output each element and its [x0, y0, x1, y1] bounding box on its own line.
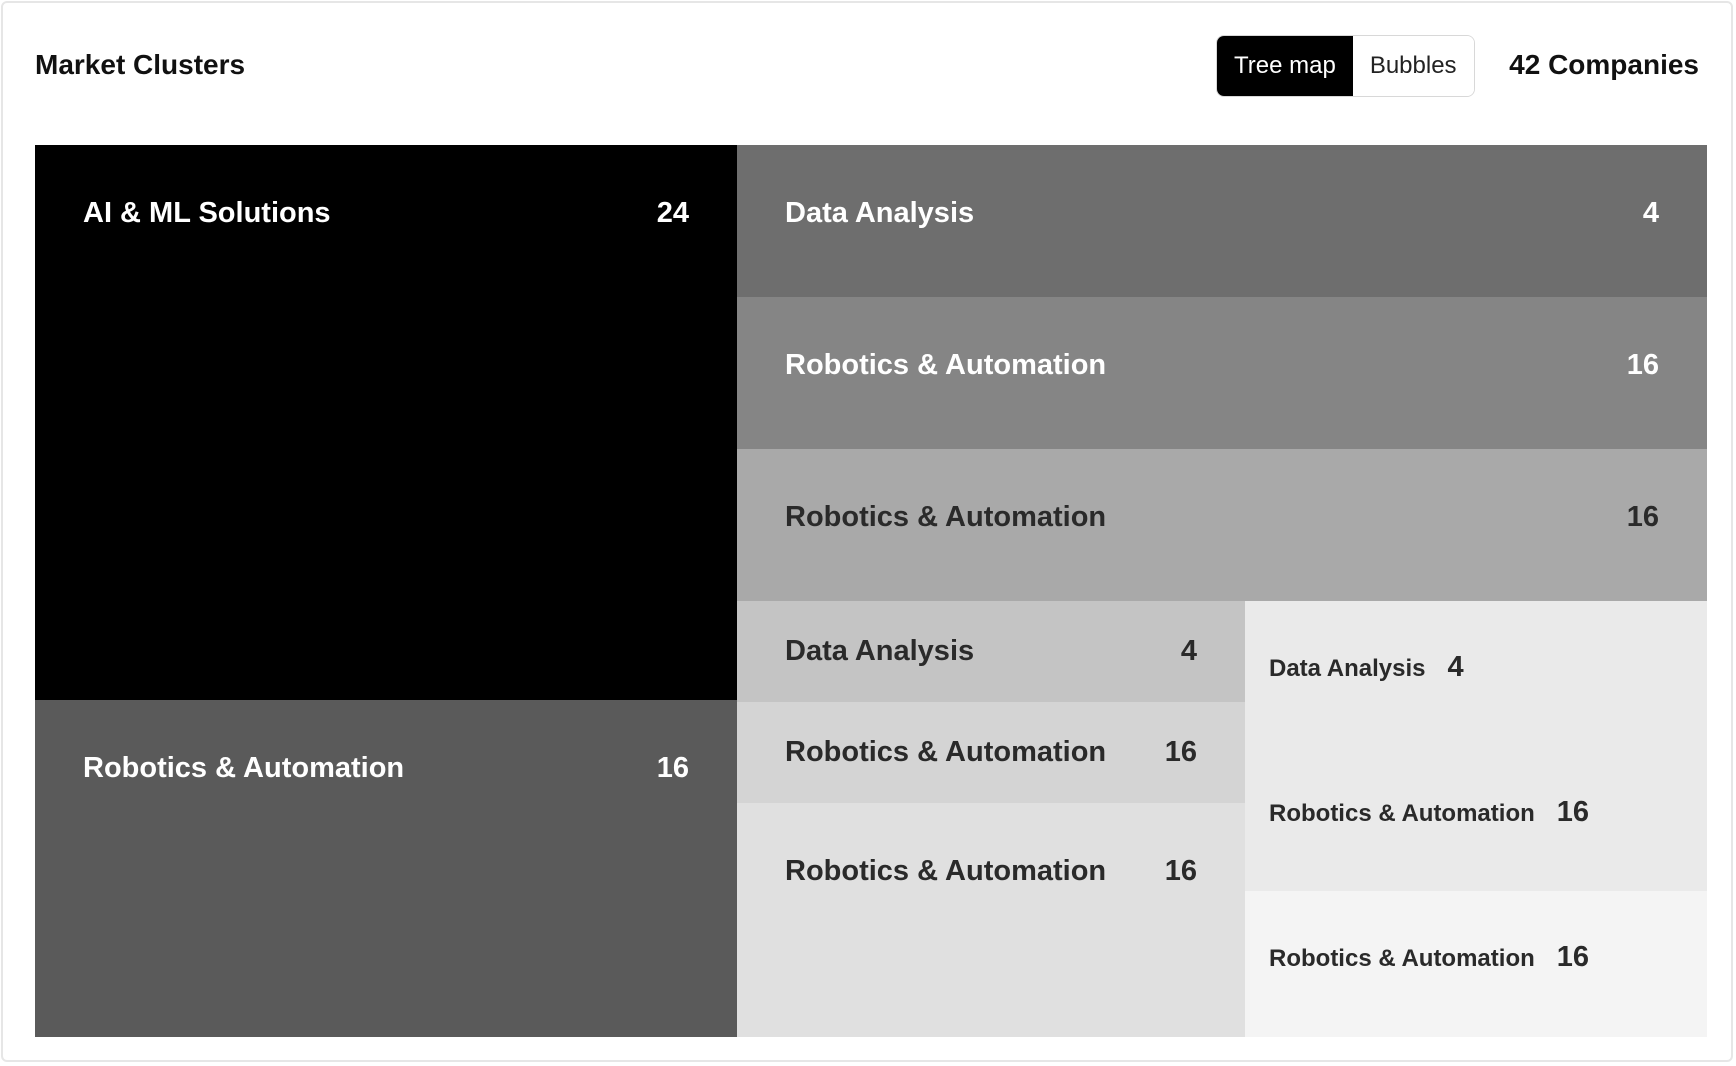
treemap-tile-robotics-automation[interactable]: Robotics & Automation 16: [737, 803, 1245, 1037]
tile-label: Data Analysis: [785, 635, 975, 667]
treemap-tile-ai-ml-solutions[interactable]: AI & ML Solutions 24: [35, 145, 737, 700]
treemap-tile-data-analysis[interactable]: Data Analysis 4: [737, 145, 1707, 297]
treemap-view-button[interactable]: Tree map: [1217, 36, 1353, 96]
tile-content: Robotics & Automation 16: [1269, 796, 1589, 829]
treemap-tile-robotics-automation[interactable]: Robotics & Automation 16: [737, 449, 1707, 601]
tile-content: Data Analysis 4: [1269, 651, 1464, 684]
treemap-tile-data-analysis[interactable]: Data Analysis 4: [1245, 601, 1707, 746]
bubbles-view-button[interactable]: Bubbles: [1352, 36, 1474, 96]
tile-label: Data Analysis: [785, 197, 975, 229]
tile-label: Robotics & Automation: [785, 855, 1107, 887]
tile-label: Robotics & Automation: [785, 736, 1107, 768]
companies-count: 42 Companies: [1509, 49, 1699, 80]
tile-value: 16: [1164, 736, 1197, 768]
tile-value: 4: [1447, 651, 1464, 683]
tile-label: Robotics & Automation: [1269, 945, 1535, 972]
card-title: Market Clusters: [35, 49, 246, 80]
treemap-tile-robotics-automation[interactable]: Robotics & Automation 16: [737, 702, 1245, 803]
tile-value: 16: [656, 752, 689, 784]
tile-value: 16: [1626, 349, 1659, 381]
view-toggle: Tree map Bubbles: [1216, 35, 1475, 97]
tile-label: Robotics & Automation: [83, 752, 405, 784]
tile-label: Data Analysis: [1269, 655, 1426, 682]
tile-value: 16: [1626, 501, 1659, 533]
tile-value: 4: [1180, 635, 1197, 667]
tile-label: AI & ML Solutions: [83, 197, 331, 229]
tile-label: Robotics & Automation: [785, 501, 1107, 533]
tile-value: 24: [656, 197, 689, 229]
tile-value: 16: [1164, 855, 1197, 887]
tile-value: 16: [1556, 796, 1590, 828]
tile-content: Robotics & Automation 16: [1269, 941, 1589, 974]
treemap-tile-robotics-automation[interactable]: Robotics & Automation 16: [1245, 891, 1707, 1037]
tile-label: Robotics & Automation: [1269, 800, 1535, 827]
treemap: AI & ML Solutions 24 Robotics & Automati…: [35, 145, 1707, 1037]
treemap-tile-robotics-automation[interactable]: Robotics & Automation 16: [35, 700, 737, 1037]
tile-value: 4: [1642, 197, 1659, 229]
treemap-tile-robotics-automation[interactable]: Robotics & Automation 16: [1245, 746, 1707, 891]
treemap-tile-robotics-automation[interactable]: Robotics & Automation 16: [737, 297, 1707, 449]
market-clusters-card: Market Clusters Tree map Bubbles 42 Comp…: [1, 1, 1733, 1062]
tile-value: 16: [1556, 941, 1590, 973]
treemap-tile-data-analysis[interactable]: Data Analysis 4: [737, 601, 1245, 702]
tile-label: Robotics & Automation: [785, 349, 1107, 381]
